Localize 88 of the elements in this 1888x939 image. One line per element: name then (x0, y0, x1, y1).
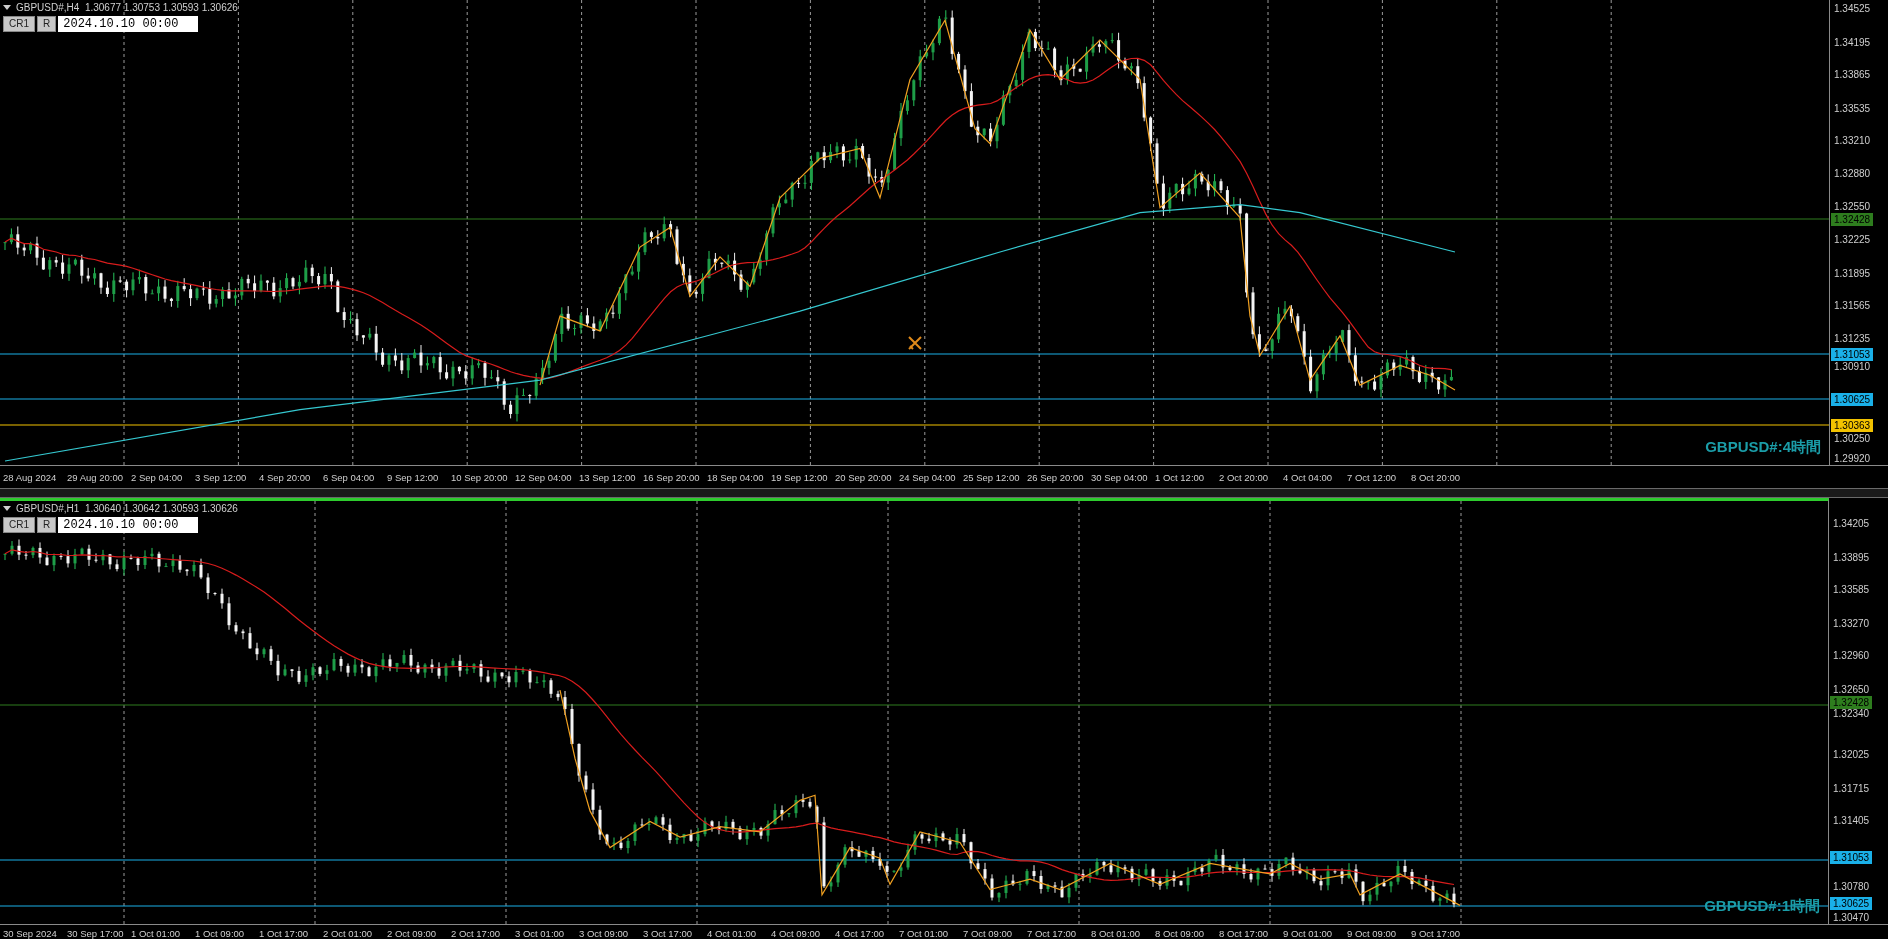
price-tick-label: 1.31895 (1834, 267, 1871, 279)
chart-button[interactable]: CR1 (3, 16, 35, 32)
price-tick-label: 1.33535 (1834, 102, 1871, 114)
time-axis-label: 9 Sep 12:00 (387, 471, 440, 483)
price-tag: 1.30625 (1831, 392, 1874, 406)
time-axis-label: 4 Oct 04:00 (1283, 471, 1334, 483)
time-axis-label: 1 Oct 01:00 (131, 927, 182, 939)
price-tick-label: 1.33585 (1833, 583, 1870, 595)
time-axis-label: 28 Aug 2024 (3, 471, 58, 483)
chart-button[interactable]: CR1 (3, 517, 35, 533)
price-tick-label: 1.31235 (1834, 332, 1871, 344)
price-tick-label: 1.30250 (1834, 432, 1871, 444)
time-axis-label: 8 Oct 01:00 (1091, 927, 1142, 939)
time-axis-label: 9 Oct 01:00 (1283, 927, 1334, 939)
price-tick-label: 1.30910 (1834, 360, 1871, 372)
price-tick-label: 1.32650 (1833, 683, 1870, 695)
price-tick-label: 1.33895 (1833, 551, 1870, 563)
time-axis-label: 25 Sep 12:00 (963, 471, 1021, 483)
time-axis-label: 24 Sep 04:00 (899, 471, 957, 483)
time-axis-label: 18 Sep 04:00 (707, 471, 765, 483)
time-axis-label: 8 Oct 09:00 (1155, 927, 1206, 939)
time-axis-label: 4 Sep 20:00 (259, 471, 312, 483)
time-axis-label: 8 Oct 17:00 (1219, 927, 1270, 939)
time-axis-label: 9 Oct 09:00 (1347, 927, 1398, 939)
price-tick-label: 1.33270 (1833, 617, 1870, 629)
time-axis-label: 7 Oct 12:00 (1347, 471, 1398, 483)
date-field[interactable]: 2024.10.10 00:00 (58, 517, 199, 533)
price-tick-label: 1.30780 (1833, 880, 1870, 892)
time-axis-label: 3 Oct 09:00 (579, 927, 630, 939)
price-tick-label: 1.34205 (1833, 517, 1870, 529)
price-tag: 1.30363 (1831, 418, 1874, 432)
price-tick-label: 1.31405 (1833, 814, 1870, 826)
date-field[interactable]: 2024.10.10 00:00 (58, 16, 199, 32)
time-axis-label: 13 Sep 12:00 (579, 471, 637, 483)
time-axis-label: 30 Sep 04:00 (1091, 471, 1149, 483)
price-tick-label: 1.32880 (1834, 167, 1871, 179)
price-tick-label: 1.31715 (1833, 782, 1870, 794)
time-axis-label: 19 Sep 12:00 (771, 471, 829, 483)
price-tick-label: 1.30470 (1833, 911, 1870, 923)
price-tick-label: 1.29920 (1834, 452, 1871, 464)
price-tag: 1.31053 (1831, 347, 1874, 361)
price-tick-label: 1.32025 (1833, 748, 1870, 760)
price-tick-label: 1.33865 (1834, 68, 1871, 80)
chart-title: GBPUSD#,H1 1.30640 1.30642 1.30593 1.30626 (16, 503, 238, 514)
chart-title: GBPUSD#,H4 1.30677 1.30753 1.30593 1.30626 (16, 2, 238, 13)
price-tag: 1.30625 (1830, 896, 1873, 910)
time-axis-label: 6 Sep 04:00 (323, 471, 376, 483)
timeframe-label: GBPUSD#:4時間 (1705, 438, 1821, 457)
time-axis-label: 2 Oct 09:00 (387, 927, 438, 939)
price-tick-label: 1.32960 (1833, 649, 1870, 661)
time-axis-label: 16 Sep 20:00 (643, 471, 701, 483)
time-axis-label: 2 Oct 17:00 (451, 927, 502, 939)
time-axis-label: 2 Oct 20:00 (1219, 471, 1270, 483)
time-axis-label: 4 Oct 17:00 (835, 927, 886, 939)
time-axis-label: 1 Oct 09:00 (195, 927, 246, 939)
time-axis-label: 9 Oct 17:00 (1411, 927, 1462, 939)
time-axis-label: 3 Sep 12:00 (195, 471, 248, 483)
time-axis-label: 4 Oct 09:00 (771, 927, 822, 939)
chart-button[interactable]: R (37, 517, 57, 533)
price-tag: 1.32428 (1831, 212, 1874, 226)
time-axis-label: 8 Oct 20:00 (1411, 471, 1462, 483)
time-axis-label: 3 Oct 17:00 (643, 927, 694, 939)
price-tag: 1.32428 (1830, 695, 1873, 709)
time-axis-label: 12 Sep 04:00 (515, 471, 573, 483)
time-axis-label: 30 Sep 2024 (3, 927, 58, 939)
price-tag: 1.31053 (1830, 850, 1873, 864)
time-axis-label: 26 Sep 20:00 (1027, 471, 1085, 483)
time-axis-label: 2 Oct 01:00 (323, 927, 374, 939)
time-axis-label: 7 Oct 01:00 (899, 927, 950, 939)
chart-button[interactable]: R (37, 16, 57, 32)
time-axis-label: 3 Oct 01:00 (515, 927, 566, 939)
time-axis-label: 1 Oct 17:00 (259, 927, 310, 939)
time-axis-label: 10 Sep 20:00 (451, 471, 509, 483)
time-axis-label: 7 Oct 09:00 (963, 927, 1014, 939)
time-axis-label: 1 Oct 12:00 (1155, 471, 1206, 483)
price-tick-label: 1.32550 (1834, 200, 1871, 212)
price-tick-label: 1.31565 (1834, 299, 1871, 311)
price-tick-label: 1.34525 (1834, 2, 1871, 14)
price-tick-label: 1.33210 (1834, 134, 1871, 146)
price-tick-label: 1.32340 (1833, 707, 1870, 719)
time-axis-label: 30 Sep 17:00 (67, 927, 125, 939)
price-tick-label: 1.32225 (1834, 233, 1871, 245)
price-tick-label: 1.34195 (1834, 36, 1871, 48)
time-axis-label: 4 Oct 01:00 (707, 927, 758, 939)
time-axis-label: 29 Aug 20:00 (67, 471, 124, 483)
time-axis-label: 2 Sep 04:00 (131, 471, 184, 483)
time-axis-label: 7 Oct 17:00 (1027, 927, 1078, 939)
time-axis-label: 20 Sep 20:00 (835, 471, 893, 483)
